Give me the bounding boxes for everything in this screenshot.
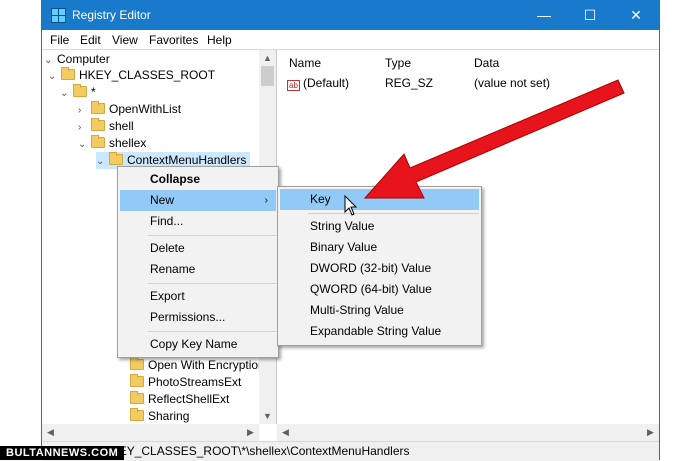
- watermark: BULTANNEWS.COM: [0, 446, 125, 460]
- mouse-cursor-icon: [344, 194, 358, 216]
- red-pointer-arrow: [344, 79, 625, 216]
- arrow-shape: [363, 79, 625, 199]
